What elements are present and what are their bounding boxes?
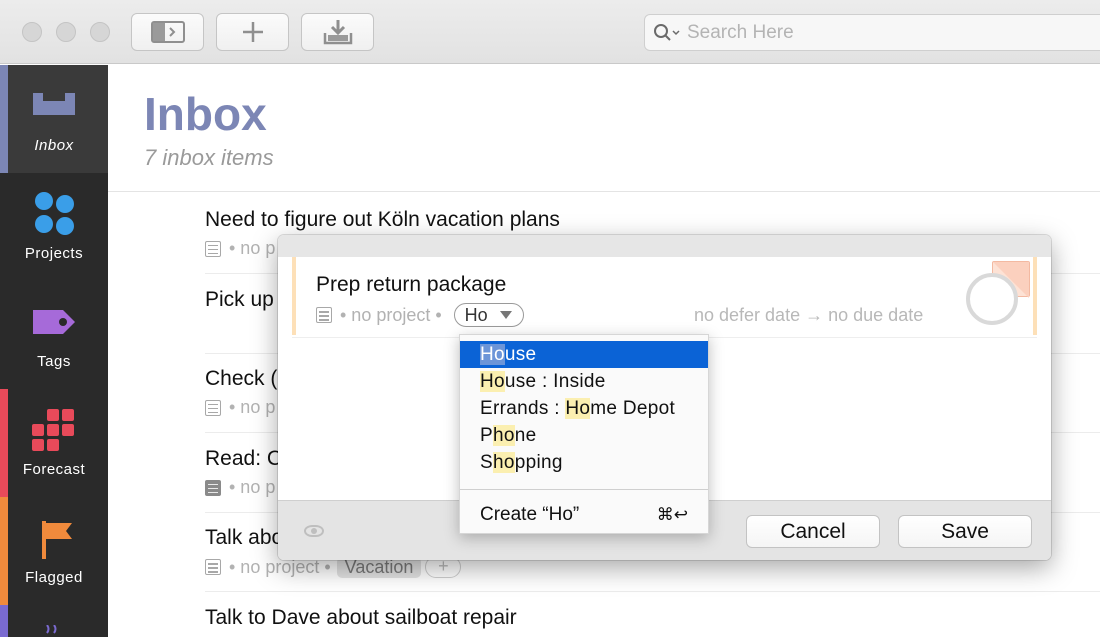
eye-icon[interactable] [304,525,324,537]
chevron-down-icon[interactable] [499,311,512,319]
tag-input-text: Ho [464,304,488,325]
menu-item-prefix: P [480,425,493,446]
window-close-button[interactable] [22,22,42,42]
menu-item[interactable]: House [460,341,708,368]
menu-item-match: Ho [480,371,505,392]
menu-item-match: ho [492,452,515,473]
sidebar-toggle-icon [150,21,185,43]
new-item-button[interactable] [216,13,289,51]
keyboard-shortcut: ⌘↩ [656,505,688,525]
menu-item-prefix: S [480,452,493,473]
window-minimize-button[interactable] [56,22,76,42]
sidebar-stripe [0,497,8,605]
task-title[interactable]: Talk to Dave about sailboat repair [205,606,1100,630]
search-input[interactable] [687,21,1087,44]
task-row[interactable]: Talk to Dave about sailboat repair [205,606,1100,630]
projects-dots-icon [35,192,74,235]
menu-item[interactable]: Phone [460,422,708,449]
sidebar-item-inbox[interactable]: Inbox [0,65,108,173]
flag-icon [42,521,72,559]
due-date[interactable]: no due date [828,305,923,325]
menu-item-match: Ho [565,398,591,419]
arrow-right-icon: → [805,305,824,325]
tag-input[interactable]: Ho [453,303,524,327]
note-icon[interactable] [316,307,332,323]
sidebar-item-label: Flagged [25,569,83,586]
task-project: • no p [229,238,276,258]
sidebar-stripe [0,605,8,637]
sidebar: Inbox Projects Tags Forecast Flagged [0,65,108,637]
page-title: Inbox [144,88,267,140]
search-icon [654,23,680,41]
note-icon[interactable] [205,399,221,416]
quick-entry-button[interactable] [301,13,374,51]
row-divider [205,591,1100,592]
menu-item-prefix: Errands : [480,398,566,419]
task-title[interactable]: Need to figure out Köln vacation plans [205,208,1100,232]
edit-task-dates: no defer date → no due date [694,305,923,326]
task-meta: • no p [205,238,275,259]
menu-item[interactable]: Errands : Home Depot [460,395,708,422]
page-subtitle: 7 inbox items [144,145,274,170]
note-icon[interactable] [205,240,221,257]
menu-item-suffix: me Depot [590,398,676,419]
edit-task-project[interactable]: • no project • [340,305,442,326]
menu-divider [460,489,708,490]
edit-task-meta: • no project • Ho [316,303,524,327]
note-icon[interactable] [205,559,221,575]
save-button[interactable]: Save [898,515,1032,548]
download-tray-icon [323,20,352,45]
tag-icon [33,310,75,334]
create-tag-item[interactable]: Create “Ho” ⌘↩ [460,501,708,529]
popover-top-bar [278,235,1051,257]
sidebar-item-forecast[interactable]: Forecast [0,389,108,497]
task-project: • no p [229,397,276,417]
plus-icon [242,22,263,42]
sidebar-item-review[interactable] [0,605,108,637]
menu-item[interactable]: Shopping [460,449,708,476]
note-icon[interactable] [205,479,221,496]
sidebar-item-tags[interactable]: Tags [0,281,108,389]
menu-item-match: Ho [480,344,505,365]
sidebar-item-flagged[interactable]: Flagged [0,497,108,605]
search-field[interactable] [644,14,1100,51]
menu-item-suffix: pping [514,452,563,473]
task-meta: • no p [205,397,275,418]
menu-item[interactable]: House : Inside [460,368,708,395]
review-icon [46,625,57,634]
sidebar-stripe [0,65,8,173]
forecast-grid-icon [32,409,74,451]
sidebar-item-label: Projects [24,245,84,262]
sidebar-item-label: Tags [37,353,71,370]
menu-item-suffix: use : Inside [504,371,606,392]
toolbar [0,0,1100,64]
sidebar-item-label: Inbox [34,137,74,154]
task-status-checkbox[interactable] [966,273,1018,325]
defer-date[interactable]: no defer date [694,305,800,325]
menu-item-suffix: use [504,344,537,365]
task-row[interactable]: Need to figure out Köln vacation plans •… [205,208,1100,258]
menu-item-suffix: ne [514,425,537,446]
inbox-tray-icon [33,93,75,115]
menu-item-match: ho [492,425,515,446]
window-zoom-button[interactable] [90,22,110,42]
task-meta: • no p [205,477,275,498]
sidebar-toggle-button[interactable] [131,13,204,51]
create-tag-label: Create “Ho” [480,504,580,525]
edit-task-title[interactable]: Prep return package [316,273,506,297]
sidebar-item-projects[interactable]: Projects [0,173,108,281]
tag-suggestions-menu: House House : Inside Errands : Home Depo… [459,334,709,534]
cancel-button[interactable]: Cancel [746,515,880,548]
header-divider [108,191,1100,192]
sidebar-stripe [0,389,8,497]
edit-task-row[interactable]: Prep return package • no project • Ho no… [292,257,1037,335]
sidebar-item-label: Forecast [22,461,86,478]
task-project: • no p [229,477,276,497]
